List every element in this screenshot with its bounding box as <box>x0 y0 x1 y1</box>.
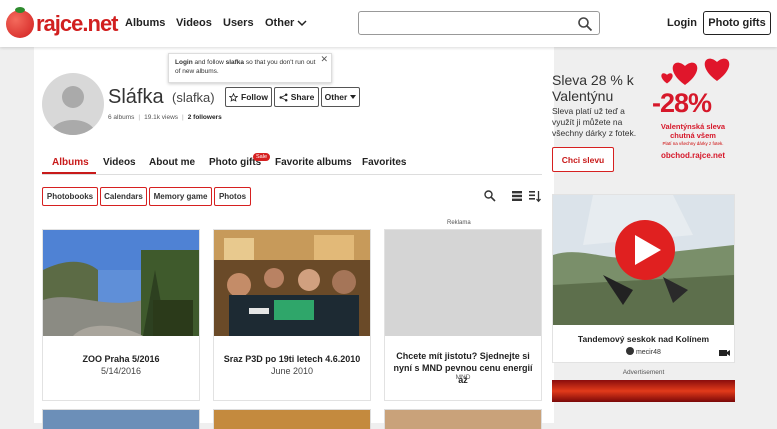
video-thumbnail <box>553 195 734 325</box>
promo-button[interactable]: Chci slevu <box>552 147 614 172</box>
video-username: mecir48 <box>635 349 661 356</box>
nav-albums[interactable]: Albums <box>125 17 165 29</box>
album-thumbnail <box>43 230 199 336</box>
sale-badge: Sale <box>253 153 271 161</box>
nav-videos[interactable]: Videos <box>176 17 212 29</box>
search-icon[interactable] <box>577 16 593 32</box>
album-card[interactable] <box>213 409 371 429</box>
profile-stats: 6 albums | 19.1k views | 2 followers <box>108 114 222 121</box>
list-view-icon[interactable] <box>510 189 524 203</box>
profile-tabs: Albums Videos About me Photo gifts Favor… <box>42 157 542 175</box>
ad-card[interactable]: Chcete mít jistotu? Sjednejte si nyní s … <box>384 229 542 401</box>
chip-photobooks[interactable]: Photobooks <box>42 187 98 206</box>
tooltip-login[interactable]: Login <box>175 59 193 66</box>
video-author[interactable]: mecir48 <box>626 347 661 356</box>
promo-shop[interactable]: obchod.rajce.net <box>648 151 738 160</box>
tooltip-mid: and follow <box>192 59 226 66</box>
nav-users[interactable]: Users <box>223 17 254 29</box>
tab-about-me[interactable]: About me <box>149 157 195 168</box>
share-label: Share <box>290 92 315 102</box>
views-count: 19.1k views <box>144 114 179 121</box>
user-silhouette-icon <box>50 86 96 135</box>
album-card[interactable] <box>42 409 200 429</box>
tabs-divider <box>42 174 542 175</box>
photo-gifts-button[interactable]: Photo gifts <box>703 11 771 35</box>
chip-calendars[interactable]: Calendars <box>100 187 147 206</box>
other-label: Other <box>324 92 348 102</box>
advertisement-banner[interactable] <box>552 380 735 402</box>
logo[interactable]: rajce.net <box>6 7 119 38</box>
star-icon <box>229 92 239 102</box>
follow-label: Follow <box>241 92 268 102</box>
ad-label: Reklama <box>447 220 471 226</box>
heart-icon <box>661 73 673 84</box>
tab-favorites[interactable]: Favorites <box>362 157 406 168</box>
album-title: Sraz P3D po 19ti letech 4.6.2010 <box>223 354 361 364</box>
follow-button[interactable]: Follow <box>225 87 272 107</box>
top-bar: rajce.net Albums Videos Users Other Logi… <box>0 0 777 47</box>
avatar <box>626 347 634 355</box>
ad-sponsor: MND <box>455 374 471 381</box>
chip-memory-game[interactable]: Memory game <box>149 187 212 206</box>
album-card[interactable]: ZOO Praha 5/2016 5/14/2016 <box>42 229 200 401</box>
nav-other-label: Other <box>265 17 295 29</box>
other-button[interactable]: Other <box>321 87 360 107</box>
share-button[interactable]: Share <box>274 87 319 107</box>
share-icon <box>279 93 288 101</box>
promo-discount: -28% <box>652 88 712 118</box>
chevron-down-icon <box>297 20 307 27</box>
profile-name: Sláfka <box>108 86 164 108</box>
camera-icon <box>719 350 730 356</box>
follow-tooltip: Login and follow slafka so that you don'… <box>168 53 332 83</box>
search-icon[interactable] <box>483 189 497 203</box>
tab-favorite-albums[interactable]: Favorite albums <box>275 157 352 168</box>
advertisement-label: Advertisement <box>622 369 665 376</box>
album-date: June 2010 <box>270 366 314 376</box>
stats-divider: | <box>138 114 141 121</box>
chip-photos[interactable]: Photos <box>214 187 251 206</box>
promo-subtitle: Valentýnská sleva chutná všem <box>660 122 726 140</box>
active-tab-indicator <box>42 172 96 174</box>
close-icon[interactable]: ✕ <box>320 55 328 64</box>
video-title: Tandemový seskok nad Kolínem <box>577 334 710 344</box>
sort-icon[interactable] <box>528 189 542 203</box>
album-title: ZOO Praha 5/2016 <box>82 354 160 364</box>
search-input[interactable] <box>358 11 600 35</box>
caret-down-icon <box>350 95 357 99</box>
album-card[interactable] <box>384 409 542 429</box>
followers-count[interactable]: 2 followers <box>188 114 222 121</box>
login-link[interactable]: Login <box>667 17 697 29</box>
album-thumbnail <box>214 230 370 336</box>
nav-other[interactable]: Other <box>265 17 307 29</box>
promo-note: Platí na všechny dárky z fotek. <box>662 141 724 146</box>
ad-thumbnail <box>385 230 541 336</box>
albums-count: 6 albums <box>108 114 135 121</box>
heart-icon <box>672 62 698 85</box>
heart-icon <box>704 58 730 81</box>
avatar <box>42 73 104 135</box>
album-date: 5/14/2016 <box>100 366 142 376</box>
profile-nick: (slafka) <box>172 90 215 105</box>
tab-albums[interactable]: Albums <box>52 157 89 168</box>
stats-divider: | <box>182 114 184 121</box>
promo-title: Sleva 28 % k Valentýnu <box>552 72 634 104</box>
logo-text: rajce <box>36 11 83 36</box>
album-card[interactable]: Sraz P3D po 19ti letech 4.6.2010 June 20… <box>213 229 371 401</box>
tab-videos[interactable]: Videos <box>103 157 136 168</box>
logo-domain: .net <box>82 11 118 36</box>
tooltip-user: slafka <box>225 59 245 66</box>
valentine-promo: Sleva 28 % k Valentýnu Sleva platí už te… <box>552 58 738 180</box>
promo-text: Sleva platí už teď a využít ji můžete na… <box>552 106 637 138</box>
tomato-logo-icon <box>6 7 34 38</box>
video-card[interactable]: Tandemový seskok nad Kolínem mecir48 <box>552 194 735 363</box>
